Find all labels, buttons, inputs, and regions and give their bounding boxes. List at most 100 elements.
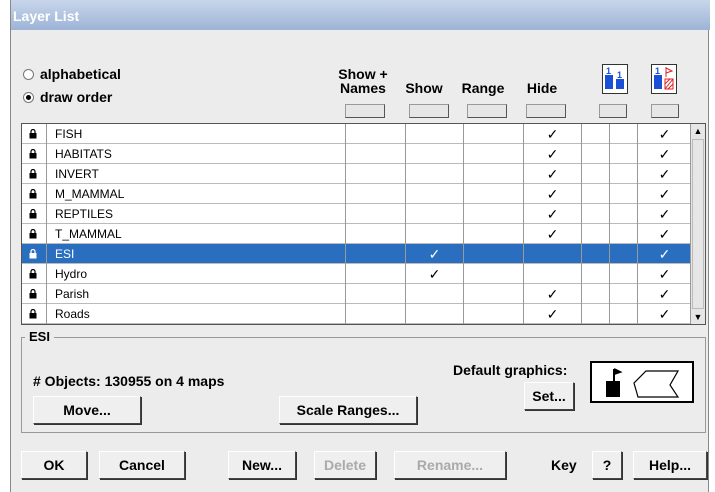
- vertical-scrollbar[interactable]: ▲ ▼: [690, 124, 705, 324]
- layer-cell-col0[interactable]: [346, 204, 406, 224]
- layer-cell-col2[interactable]: [464, 224, 524, 244]
- rename-button[interactable]: Rename...: [394, 451, 506, 479]
- layer-cell-show[interactable]: [406, 164, 464, 184]
- layer-row[interactable]: FISH ✓ ✓: [22, 124, 692, 144]
- layer-cell-show[interactable]: [406, 144, 464, 164]
- layer-cell-col2[interactable]: [464, 184, 524, 204]
- layer-row[interactable]: Roads ✓ ✓: [22, 304, 692, 324]
- layer-cell-show[interactable]: ✓: [406, 264, 464, 284]
- layer-cell-col2[interactable]: [464, 164, 524, 184]
- layer-cell-col2[interactable]: [464, 124, 524, 144]
- layer-cell-hide[interactable]: ✓: [524, 224, 582, 244]
- new-button[interactable]: New...: [228, 451, 296, 479]
- layer-cell-col5[interactable]: [610, 184, 638, 204]
- layer-row[interactable]: ESI ✓ ✓: [22, 244, 692, 264]
- title-bar[interactable]: Layer List: [11, 0, 710, 30]
- show-names-column-button[interactable]: [345, 104, 385, 118]
- layer-cell-hide[interactable]: ✓: [524, 124, 582, 144]
- layer-cell-col4[interactable]: [582, 224, 610, 244]
- lock-icon[interactable]: [28, 229, 38, 239]
- layer-cell-col5[interactable]: [610, 224, 638, 244]
- layer-cell-col5[interactable]: [610, 264, 638, 284]
- layer-cell-col0[interactable]: [346, 264, 406, 284]
- layer-cell-col2[interactable]: [464, 264, 524, 284]
- layer-cell-show[interactable]: [406, 284, 464, 304]
- help-button[interactable]: Help...: [633, 451, 707, 479]
- layer-row[interactable]: M_MAMMAL ✓ ✓: [22, 184, 692, 204]
- layer-cell-col0[interactable]: [346, 284, 406, 304]
- layer-cell-col5[interactable]: [610, 304, 638, 324]
- layer-cell-show[interactable]: [406, 304, 464, 324]
- layer-row[interactable]: T_MAMMAL ✓ ✓: [22, 224, 692, 244]
- layer-cell-col2[interactable]: [464, 304, 524, 324]
- layer-cell-show[interactable]: [406, 204, 464, 224]
- layer-cell-col4[interactable]: [582, 164, 610, 184]
- layer-row[interactable]: Parish ✓ ✓: [22, 284, 692, 304]
- layer-cell-col2[interactable]: [464, 204, 524, 224]
- layer-cell-col4[interactable]: [582, 264, 610, 284]
- layer-cell-show[interactable]: [406, 184, 464, 204]
- layer-cell-col0[interactable]: [346, 144, 406, 164]
- layer-cell-col5[interactable]: [610, 204, 638, 224]
- layer-cell-col5[interactable]: [610, 244, 638, 264]
- layer-cell-col0[interactable]: [346, 304, 406, 324]
- layer-cell-last[interactable]: ✓: [638, 204, 692, 224]
- layer-cell-col4[interactable]: [582, 124, 610, 144]
- layer-cell-last[interactable]: ✓: [638, 164, 692, 184]
- hide-column-button[interactable]: [526, 104, 566, 118]
- ok-button[interactable]: OK: [21, 451, 87, 479]
- layer-cell-last[interactable]: ✓: [638, 224, 692, 244]
- delete-button[interactable]: Delete: [314, 451, 376, 479]
- layer-cell-col2[interactable]: [464, 144, 524, 164]
- scale-ranges-button[interactable]: Scale Ranges...: [279, 396, 417, 424]
- layer-cell-col0[interactable]: [346, 244, 406, 264]
- layer-cell-col4[interactable]: [582, 204, 610, 224]
- layer-cell-col2[interactable]: [464, 244, 524, 264]
- layer-cell-show[interactable]: ✓: [406, 244, 464, 264]
- show-column-button[interactable]: [409, 104, 449, 118]
- layer-cell-col0[interactable]: [346, 224, 406, 244]
- lock-icon[interactable]: [28, 209, 38, 219]
- cancel-button[interactable]: Cancel: [99, 451, 185, 479]
- layer-cell-col4[interactable]: [582, 284, 610, 304]
- sort-alphabetical-radio[interactable]: alphabetical: [23, 66, 121, 82]
- layer-cell-hide[interactable]: ✓: [524, 284, 582, 304]
- layer-row[interactable]: Hydro ✓ ✓: [22, 264, 692, 284]
- layer-cell-col5[interactable]: [610, 284, 638, 304]
- layer-cell-col0[interactable]: [346, 124, 406, 144]
- layer-row[interactable]: REPTILES ✓ ✓: [22, 204, 692, 224]
- layer-cell-hide[interactable]: ✓: [524, 304, 582, 324]
- sort-draw-order-radio[interactable]: draw order: [23, 89, 112, 105]
- layer-draw-icon[interactable]: 1: [651, 64, 677, 94]
- layer-cell-hide[interactable]: ✓: [524, 144, 582, 164]
- layer-cell-hide[interactable]: ✓: [524, 204, 582, 224]
- layer-cell-col2[interactable]: [464, 284, 524, 304]
- layer-cell-col4[interactable]: [582, 144, 610, 164]
- default-graphics-preview[interactable]: [590, 361, 694, 403]
- layer-cell-show[interactable]: [406, 224, 464, 244]
- layer-cell-last[interactable]: ✓: [638, 244, 692, 264]
- layer-cell-col5[interactable]: [610, 144, 638, 164]
- layer-cell-col5[interactable]: [610, 124, 638, 144]
- lock-icon[interactable]: [28, 149, 38, 159]
- layer-cell-last[interactable]: ✓: [638, 304, 692, 324]
- layer-cell-last[interactable]: ✓: [638, 184, 692, 204]
- layer-cell-col4[interactable]: [582, 244, 610, 264]
- layer-cell-col4[interactable]: [582, 304, 610, 324]
- layer-cell-last[interactable]: ✓: [638, 264, 692, 284]
- lock-icon[interactable]: [28, 289, 38, 299]
- column-button-6[interactable]: [651, 104, 679, 118]
- layer-cell-last[interactable]: ✓: [638, 124, 692, 144]
- layer-cell-col0[interactable]: [346, 184, 406, 204]
- layer-cell-col4[interactable]: [582, 184, 610, 204]
- layer-cell-hide[interactable]: ✓: [524, 164, 582, 184]
- question-button[interactable]: ?: [592, 451, 622, 479]
- lock-icon[interactable]: [28, 249, 38, 259]
- column-button-5[interactable]: [599, 104, 627, 118]
- scroll-thumb[interactable]: [692, 139, 704, 309]
- lock-icon[interactable]: [28, 169, 38, 179]
- scroll-down-icon[interactable]: ▼: [691, 310, 705, 324]
- layer-row[interactable]: INVERT ✓ ✓: [22, 164, 692, 184]
- range-column-button[interactable]: [467, 104, 507, 118]
- layer-row[interactable]: HABITATS ✓ ✓: [22, 144, 692, 164]
